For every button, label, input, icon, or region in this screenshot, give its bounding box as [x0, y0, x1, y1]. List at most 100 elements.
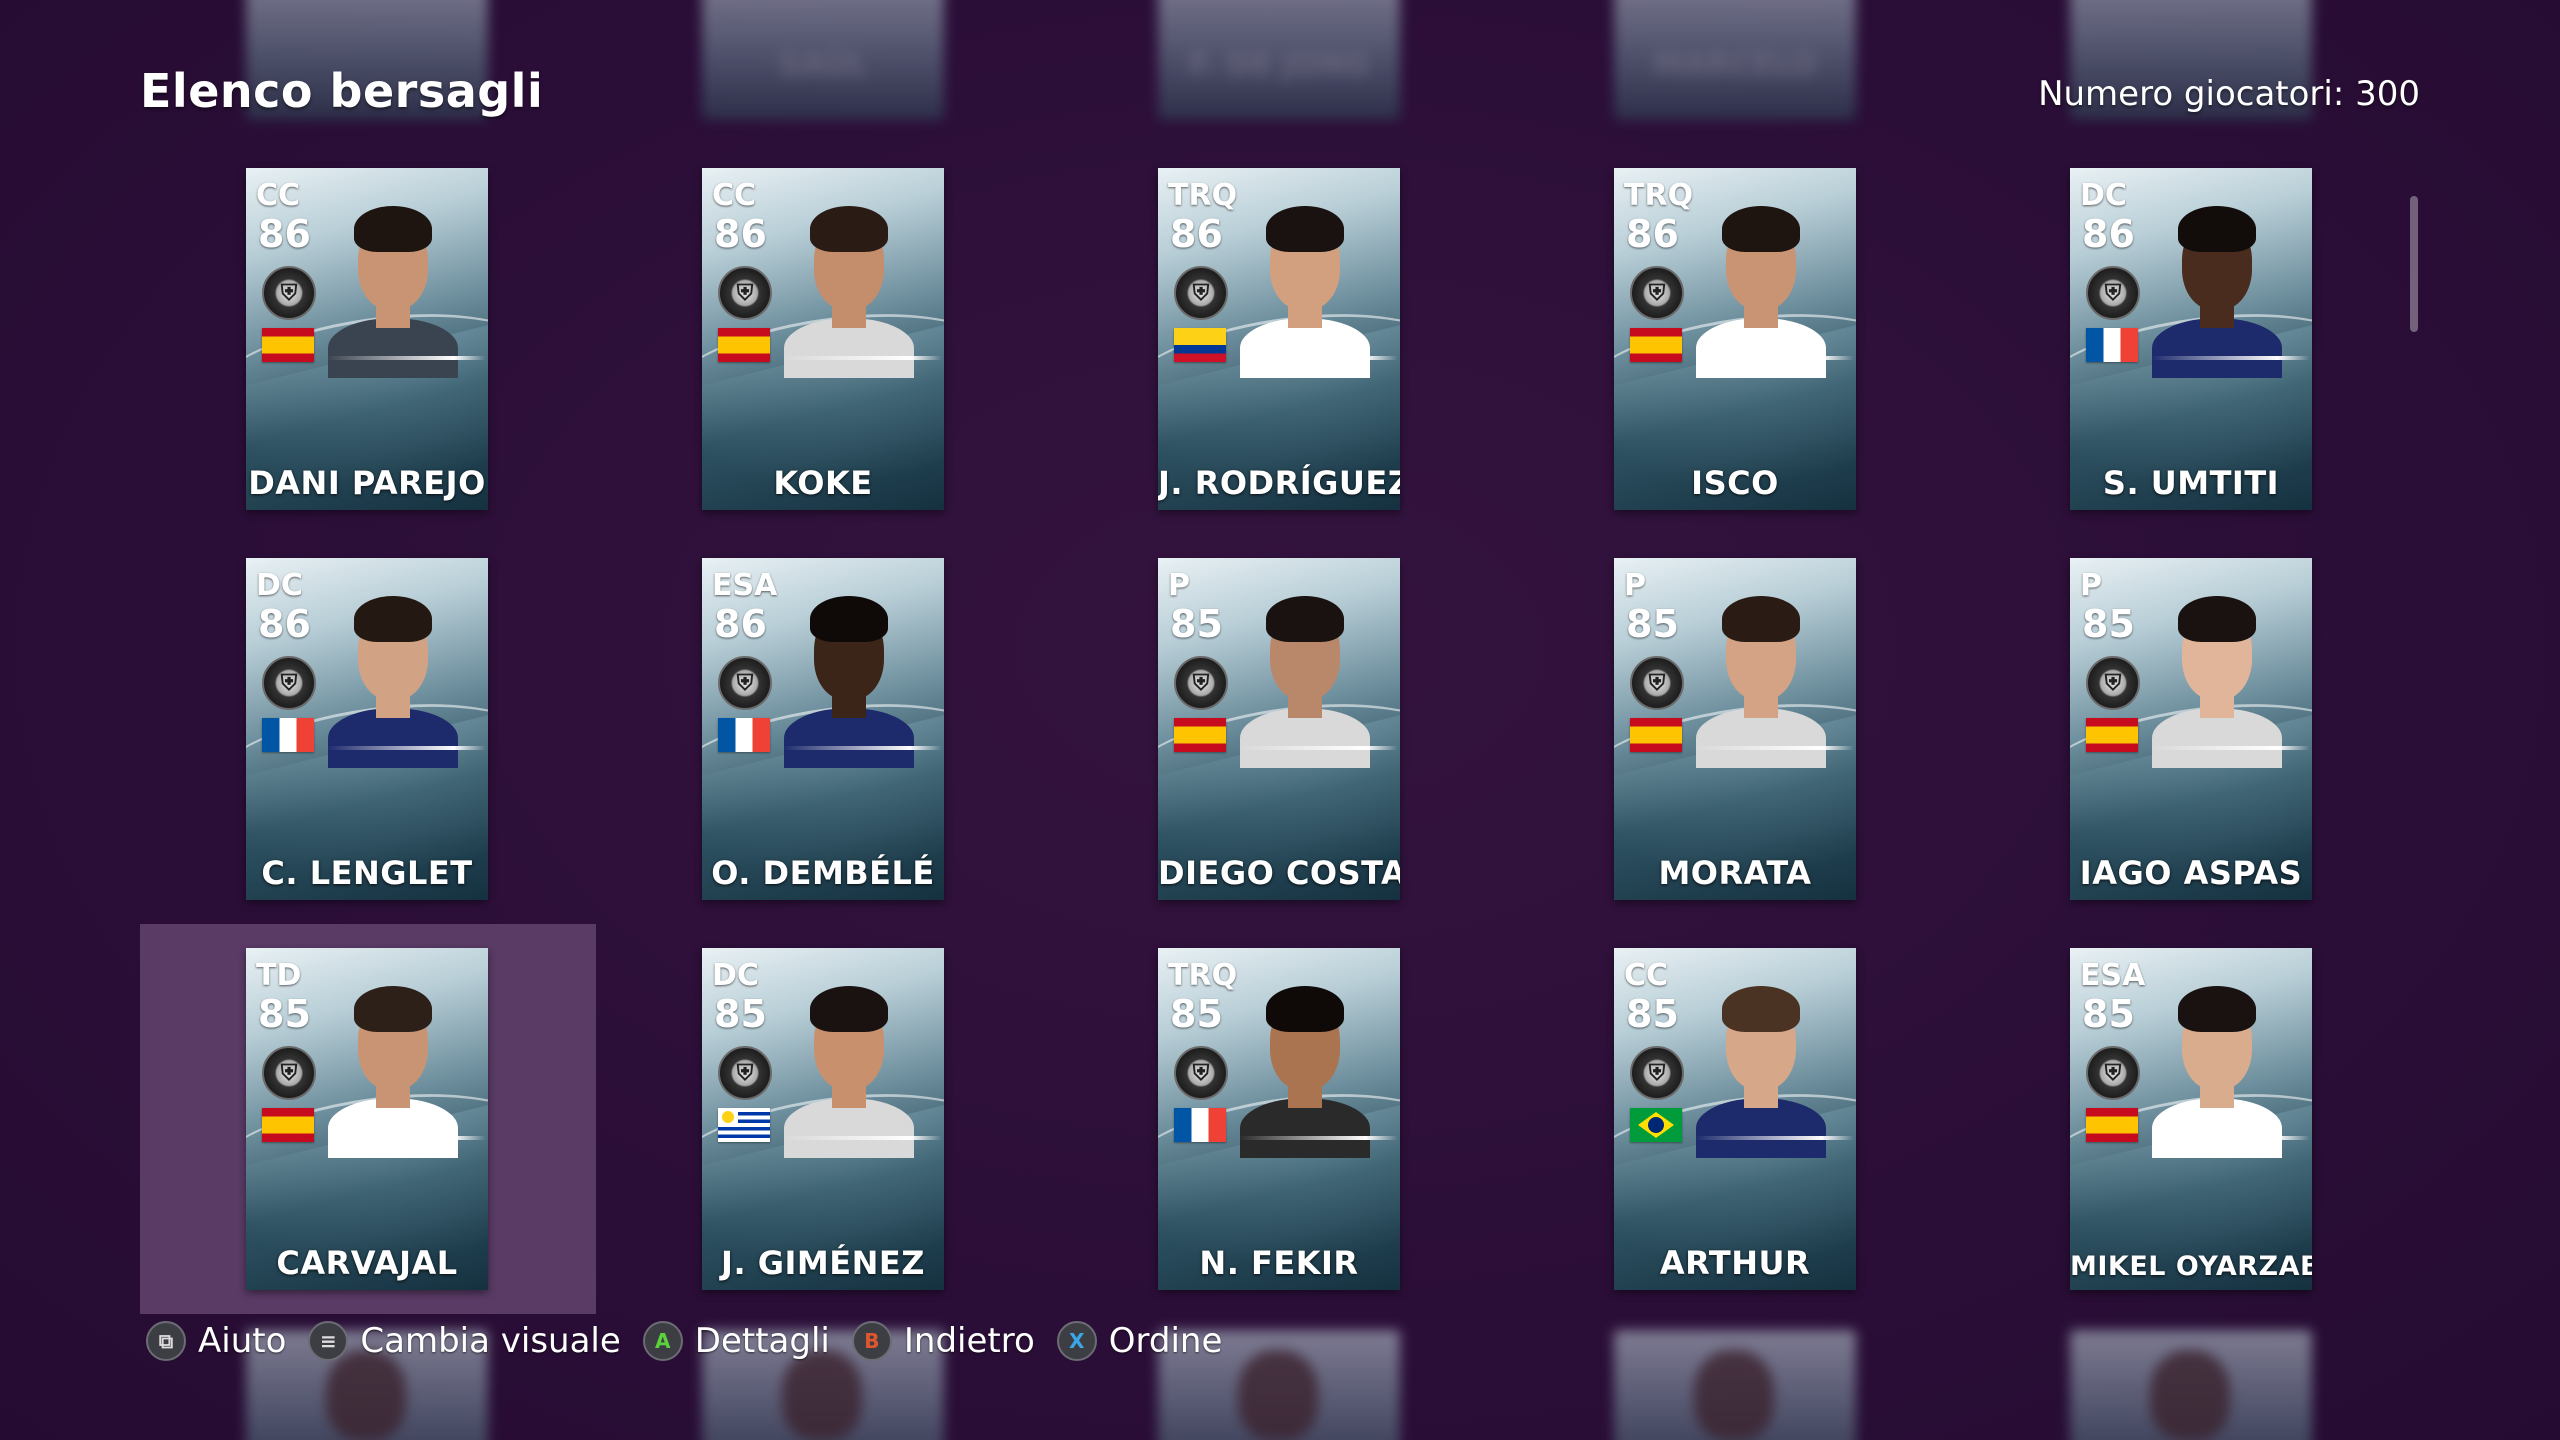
- player-portrait: [2152, 198, 2282, 378]
- player-name: S. UMTITI: [2102, 464, 2280, 502]
- player-portrait: [784, 198, 914, 378]
- player-card[interactable]: DC 85 ⛨ J. GIMÉNEZ: [702, 948, 944, 1290]
- player-card-cell[interactable]: TRQ 85 ⛨ N. FEKIR: [1052, 924, 1508, 1314]
- player-card[interactable]: CC 86 ⛨ DANI PAREJO: [246, 168, 488, 510]
- ghost-card-top: F. DE JONG: [1158, 0, 1400, 120]
- player-position: ESA: [712, 568, 778, 603]
- player-rating: 86: [714, 212, 767, 256]
- player-position: TRQ: [1168, 178, 1238, 213]
- player-name: J. RODRÍGUEZ: [1158, 464, 1400, 502]
- player-card-cell[interactable]: CC 86 ⛨ DANI PAREJO: [140, 144, 596, 534]
- x-button-icon: X: [1056, 1321, 1097, 1361]
- nationality-flag-icon: [1174, 328, 1226, 362]
- help-hint[interactable]: ⧉ Aiuto: [146, 1321, 286, 1361]
- player-card[interactable]: CC 85 ⛨ ARTHUR: [1614, 948, 1856, 1290]
- player-card-cell[interactable]: CC 86 ⛨ KOKE: [596, 144, 1052, 534]
- player-portrait: [2152, 588, 2282, 768]
- player-card-cell[interactable]: TRQ 86 ⛨ ISCO: [1508, 144, 1964, 534]
- nationality-flag-icon: [1174, 1108, 1226, 1142]
- player-position: CC: [712, 178, 757, 213]
- change-view-label: Cambia visuale: [360, 1321, 621, 1361]
- player-count: Numero giocatori: 300: [2038, 74, 2420, 114]
- sort-label: Ordine: [1108, 1321, 1223, 1361]
- player-card[interactable]: ESA 86 ⛨ O. DEMBÉLÉ: [702, 558, 944, 900]
- card-type-emblem-icon: ⛨: [1630, 266, 1684, 320]
- player-name: O. DEMBÉLÉ: [711, 854, 935, 892]
- player-card[interactable]: DC 86 ⛨ S. UMTITI: [2070, 168, 2312, 510]
- player-name: J. GIMÉNEZ: [721, 1244, 925, 1282]
- player-position: DC: [256, 568, 303, 603]
- player-card-cell[interactable]: DC 86 ⛨ C. LENGLET: [140, 534, 596, 924]
- player-rating: 85: [1626, 992, 1679, 1036]
- player-name: DIEGO COSTA: [1158, 854, 1400, 892]
- player-portrait: [1696, 198, 1826, 378]
- player-name: DANI PAREJO: [248, 464, 486, 502]
- player-card[interactable]: P 85 ⛨ MORATA: [1614, 558, 1856, 900]
- ghost-card-name: F. DE JONG: [1188, 48, 1370, 83]
- nationality-flag-icon: [1630, 1108, 1682, 1142]
- details-label: Dettagli: [694, 1321, 830, 1361]
- player-rating: 85: [258, 992, 311, 1036]
- player-card-cell[interactable]: P 85 ⛨ DIEGO COSTA: [1052, 534, 1508, 924]
- player-card[interactable]: P 85 ⛨ DIEGO COSTA: [1158, 558, 1400, 900]
- player-card-cell[interactable]: TRQ 86 ⛨ J. RODRÍGUEZ: [1052, 144, 1508, 534]
- player-card-cell[interactable]: TD 85 ⛨ CARVAJAL: [140, 924, 596, 1314]
- player-portrait: [1696, 588, 1826, 768]
- player-position: TD: [256, 958, 302, 993]
- nationality-flag-icon: [1174, 718, 1226, 752]
- player-position: TRQ: [1168, 958, 1238, 993]
- player-name: MIKEL OYARZABAL: [2070, 1251, 2312, 1282]
- player-card[interactable]: DC 86 ⛨ C. LENGLET: [246, 558, 488, 900]
- player-rating: 86: [1626, 212, 1679, 256]
- card-type-emblem-icon: ⛨: [262, 656, 316, 710]
- player-card-cell[interactable]: DC 85 ⛨ J. GIMÉNEZ: [596, 924, 1052, 1314]
- nationality-flag-icon: [2086, 1108, 2138, 1142]
- player-card-cell[interactable]: P 85 ⛨ IAGO ASPAS: [1964, 534, 2420, 924]
- card-type-emblem-icon: ⛨: [1174, 266, 1228, 320]
- player-card-cell[interactable]: P 85 ⛨ MORATA: [1508, 534, 1964, 924]
- nationality-flag-icon: [262, 1108, 314, 1142]
- player-portrait: [784, 588, 914, 768]
- player-card[interactable]: P 85 ⛨ IAGO ASPAS: [2070, 558, 2312, 900]
- player-rating: 86: [1170, 212, 1223, 256]
- player-card[interactable]: TRQ 86 ⛨ ISCO: [1614, 168, 1856, 510]
- player-portrait: [1240, 588, 1370, 768]
- player-card[interactable]: TD 85 ⛨ CARVAJAL: [246, 948, 488, 1290]
- player-portrait: [1696, 978, 1826, 1158]
- player-name: N. FEKIR: [1199, 1244, 1359, 1282]
- nationality-flag-icon: [262, 328, 314, 362]
- player-card[interactable]: TRQ 85 ⛨ N. FEKIR: [1158, 948, 1400, 1290]
- player-portrait: [784, 978, 914, 1158]
- player-card-cell[interactable]: CC 85 ⛨ ARTHUR: [1508, 924, 1964, 1314]
- sort-hint[interactable]: X Ordine: [1056, 1321, 1223, 1361]
- player-card[interactable]: TRQ 86 ⛨ J. RODRÍGUEZ: [1158, 168, 1400, 510]
- player-card-cell[interactable]: ESA 86 ⛨ O. DEMBÉLÉ: [596, 534, 1052, 924]
- player-portrait: [2152, 978, 2282, 1158]
- card-type-emblem-icon: ⛨: [718, 266, 772, 320]
- card-type-emblem-icon: ⛨: [1174, 656, 1228, 710]
- player-card-cell[interactable]: DC 86 ⛨ S. UMTITI: [1964, 144, 2420, 534]
- nationality-flag-icon: [718, 1108, 770, 1142]
- card-type-emblem-icon: ⛨: [1174, 1046, 1228, 1100]
- player-name: KOKE: [773, 464, 873, 502]
- ghost-card-top: SAÚL: [702, 0, 944, 120]
- card-type-emblem-icon: ⛨: [1630, 1046, 1684, 1100]
- player-card[interactable]: CC 86 ⛨ KOKE: [702, 168, 944, 510]
- ghost-card-bottom: [1614, 1330, 1856, 1440]
- nationality-flag-icon: [262, 718, 314, 752]
- player-rating: 85: [1626, 602, 1679, 646]
- player-rating: 85: [2082, 602, 2135, 646]
- player-position: P: [2080, 568, 2102, 603]
- player-card[interactable]: ESA85 ⛨ MIKEL OYARZABAL: [2070, 948, 2312, 1290]
- back-hint[interactable]: B Indietro: [851, 1321, 1035, 1361]
- player-rating: 86: [2082, 212, 2135, 256]
- details-hint[interactable]: A Dettagli: [642, 1321, 830, 1361]
- change-view-hint[interactable]: ≡ Cambia visuale: [308, 1321, 621, 1361]
- player-card-cell[interactable]: ESA85 ⛨ MIKEL OYARZABAL: [1964, 924, 2420, 1314]
- player-rating: 86: [258, 212, 311, 256]
- card-type-emblem-icon: ⛨: [262, 1046, 316, 1100]
- player-name: ISCO: [1691, 464, 1779, 502]
- card-type-emblem-icon: ⛨: [2086, 1046, 2140, 1100]
- player-position: CC: [1624, 958, 1669, 993]
- player-rating: 85: [1170, 602, 1223, 646]
